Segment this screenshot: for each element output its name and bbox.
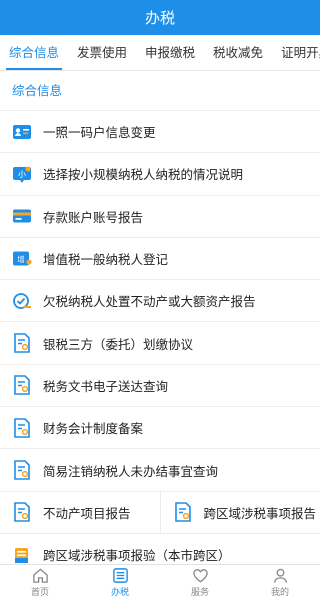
split-row: 不动产项目报告 跨区域涉税事项报告 (0, 491, 320, 534)
list-item[interactable]: 欠税纳税人处置不动产或大额资产报告 (0, 280, 320, 323)
list-item[interactable]: 银税三方（委托）划缴协议 (0, 322, 320, 365)
document-icon (11, 502, 33, 523)
tabbar-home[interactable]: 首页 (0, 565, 80, 600)
small-scale-icon: 小 (11, 164, 33, 184)
tab-tax-relief[interactable]: 税收减免 (204, 35, 272, 70)
list-item[interactable]: 小 选择按小规模纳税人纳税的情况说明 (0, 153, 320, 196)
list-item-label: 选择按小规模纳税人纳税的情况说明 (43, 167, 244, 183)
tab-declare-pay[interactable]: 申报缴税 (136, 35, 204, 70)
list-item[interactable]: 一照一码户信息变更 (0, 111, 320, 154)
asset-check-icon (11, 291, 33, 311)
list-item-label: 跨区域涉税事项报验（本市跨区） (43, 548, 231, 564)
list-item[interactable]: 跨区域涉税事项报验（本市跨区） (0, 534, 320, 564)
bottom-tab-bar: 首页 办税 服务 我的 (0, 564, 320, 600)
svg-text:小: 小 (18, 170, 26, 179)
list-item[interactable]: 简易注销纳税人未办结事宜查询 (0, 449, 320, 492)
service-list: 综合信息 一照一码户信息变更 小 选择按小规模纳税人纳税的情况说明 存款账户账号… (0, 71, 320, 564)
id-card-icon (11, 122, 33, 142)
list-icon (112, 568, 128, 583)
list-item-label: 不动产项目报告 (43, 505, 131, 521)
list-item-label: 存款账户账号报告 (43, 209, 144, 225)
list-item-label: 跨区域涉税事项报告 (203, 505, 317, 521)
document-icon (11, 417, 33, 438)
category-tabs: 综合信息 发票使用 申报缴税 税收减免 证明开具 (0, 35, 320, 71)
vat-icon: 增 (11, 249, 33, 269)
document-icon (11, 460, 33, 480)
tabbar-mine[interactable]: 我的 (240, 565, 320, 600)
list-item[interactable]: 存款账户账号报告 (0, 196, 320, 238)
tabbar-label: 我的 (270, 588, 289, 598)
tabbar-label: 服务 (190, 588, 209, 598)
tab-comprehensive-info[interactable]: 综合信息 (0, 35, 68, 70)
list-item-label: 欠税纳税人处置不动产或大额资产报告 (43, 294, 256, 310)
list-item[interactable]: 跨区域涉税事项报告 (159, 491, 320, 533)
document-icon (11, 375, 33, 396)
list-item-label: 税务文书电子送达查询 (43, 378, 169, 394)
tabbar-service[interactable]: 服务 (160, 565, 240, 600)
list-item[interactable]: 税务文书电子送达查询 (0, 365, 320, 408)
tab-certificate[interactable]: 证明开具 (272, 35, 320, 70)
list-item-label: 一照一码户信息变更 (43, 125, 156, 141)
list-item-label: 财务会计制度备案 (43, 421, 144, 437)
list-item[interactable]: 增 增值税一般纳税人登记 (0, 238, 320, 281)
list-item[interactable]: 不动产项目报告 (0, 492, 160, 533)
tabbar-tax[interactable]: 办税 (80, 565, 160, 600)
list-item[interactable]: 财务会计制度备案 (0, 407, 320, 450)
heart-icon (192, 569, 208, 583)
tabbar-label: 首页 (30, 588, 49, 598)
section-title: 综合信息 (0, 71, 320, 111)
list-item-label: 增值税一般纳税人登记 (43, 252, 169, 268)
bank-card-icon (11, 206, 33, 226)
tab-invoice-use[interactable]: 发票使用 (68, 35, 136, 70)
document-icon (11, 333, 33, 353)
svg-text:增: 增 (17, 254, 25, 264)
page-title: 办税 (144, 9, 175, 27)
document-icon (172, 502, 194, 523)
user-icon (273, 568, 287, 583)
home-icon (32, 568, 48, 583)
tabbar-label: 办税 (110, 588, 129, 598)
list-item-label: 银税三方（委托）划缴协议 (43, 336, 194, 352)
app-header: 办税 (0, 0, 320, 35)
folder-icon (11, 545, 33, 564)
list-item-label: 简易注销纳税人未办结事宜查询 (43, 463, 219, 479)
